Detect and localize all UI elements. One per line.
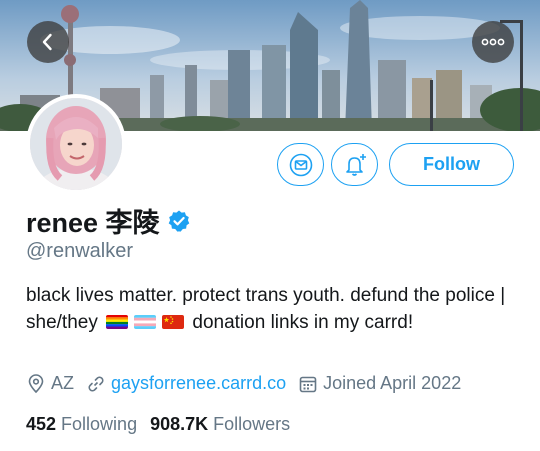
envelope-icon [289, 153, 312, 176]
location-pin-icon [28, 373, 44, 393]
joined-text: Joined April 2022 [323, 373, 462, 393]
more-horizontal-icon [481, 38, 505, 46]
avatar[interactable] [26, 94, 126, 194]
profile-meta: AZ gaysforrenee.carrd.co Joined April 20… [26, 373, 473, 394]
message-button[interactable] [277, 143, 324, 186]
follow-button[interactable]: Follow [389, 143, 514, 186]
transgender-flag-icon [134, 315, 157, 329]
user-handle: @renwalker [26, 240, 134, 262]
location-text: AZ [51, 373, 75, 393]
display-name-row: renee 李陵 [26, 201, 191, 240]
joined-item: Joined April 2022 [298, 373, 461, 394]
more-options-button[interactable] [472, 21, 514, 63]
avatar-photo [30, 98, 122, 190]
profile-stats: 452 Following 908.7K Followers [26, 414, 303, 435]
website-link[interactable]: gaysforrenee.carrd.co [111, 373, 286, 394]
back-button[interactable] [27, 21, 69, 63]
display-name: renee 李陵 [26, 208, 160, 238]
link-icon [88, 376, 104, 391]
profile-bio: black lives matter. protect trans youth.… [26, 282, 516, 336]
website-item[interactable]: gaysforrenee.carrd.co [86, 373, 286, 394]
bell-plus-icon [345, 153, 366, 176]
bio-text-part2: donation links in my carrd! [192, 312, 414, 333]
following-count: 452 [26, 414, 57, 434]
notifications-button[interactable] [331, 143, 378, 186]
rainbow-flag-icon [106, 315, 129, 329]
chevron-left-icon [42, 33, 52, 51]
following-label: Following [61, 414, 138, 434]
followers-label: Followers [213, 414, 291, 434]
location-item: AZ [26, 373, 74, 394]
china-flag-icon [162, 315, 185, 329]
followers-count: 908.7K [150, 414, 209, 434]
calendar-icon [299, 376, 317, 392]
verified-badge-icon [167, 209, 191, 233]
following-link[interactable]: 452 Following [26, 414, 137, 435]
followers-link[interactable]: 908.7K Followers [150, 414, 290, 435]
